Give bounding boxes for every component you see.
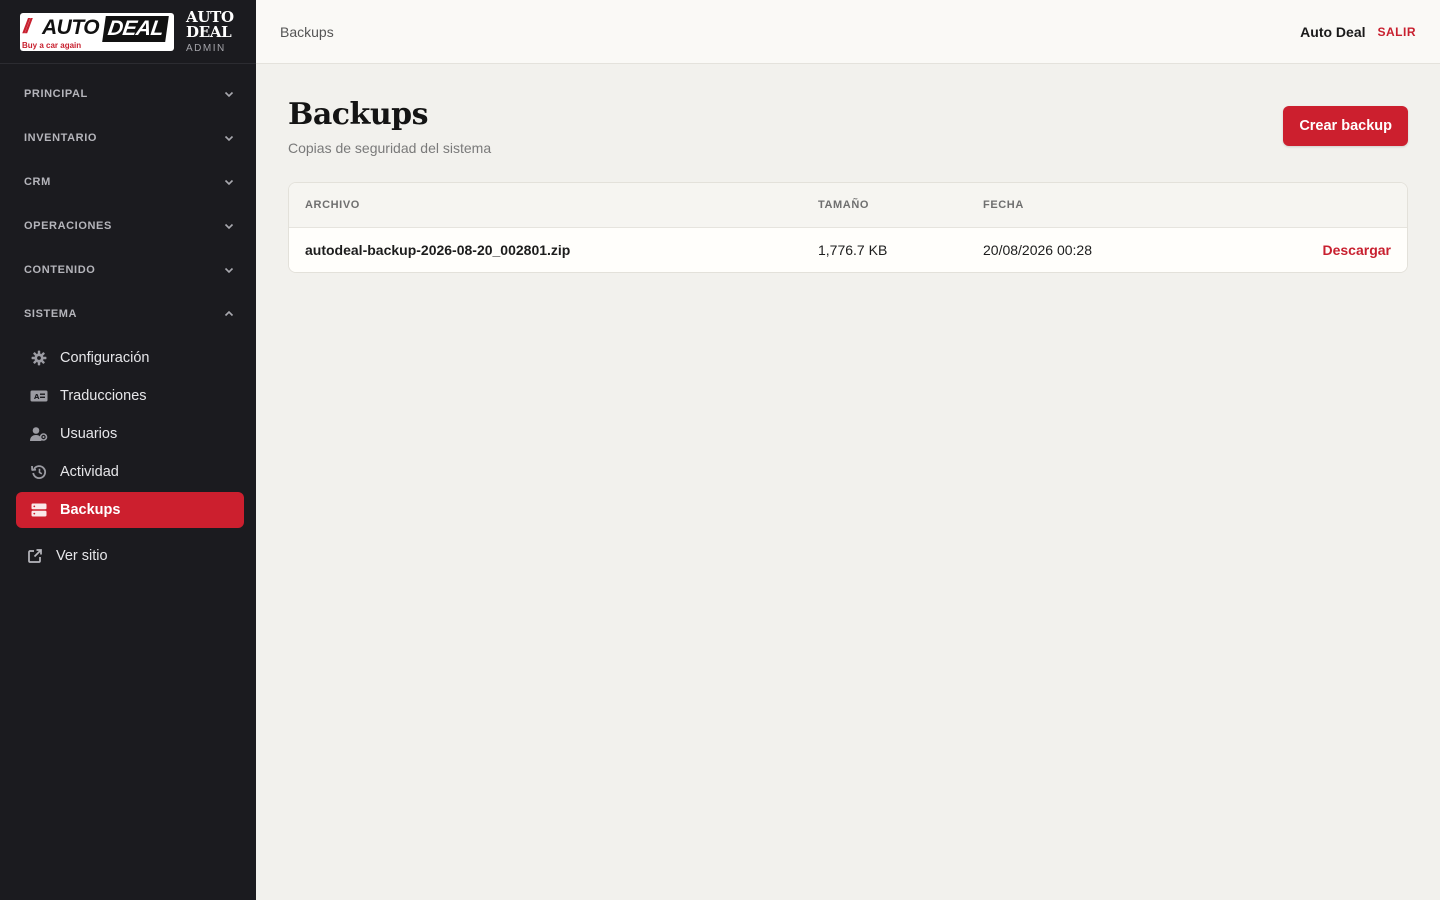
logo-tagline: Buy a car again [22, 40, 82, 50]
column-header-size: TAMAÑO [818, 199, 870, 211]
sidebar: // AUTO DEAL Buy a car again AUTO DEAL A… [0, 0, 256, 900]
nav-group-label: CONTENIDO [24, 264, 96, 276]
create-backup-button[interactable]: Crear backup [1283, 106, 1408, 146]
nav-group-label: SISTEMA [24, 308, 78, 320]
chevron-down-icon [224, 265, 234, 275]
main-content: Backups Copias de seguridad del sistema … [288, 64, 1408, 273]
sidebar-item-traducciones[interactable]: A Traducciones [16, 378, 244, 414]
nav-group-label: INVENTARIO [24, 132, 98, 144]
logo-slash: // [23, 15, 31, 38]
sidebar-item-label: Backups [60, 502, 121, 518]
nav-group-principal[interactable]: PRINCIPAL [0, 72, 256, 116]
page-title: Backups [288, 97, 429, 132]
logo-deal: DEAL [102, 15, 169, 42]
backup-file-size: 1,776.7 KB [818, 242, 888, 258]
table-row: autodeal-backup-2026-08-20_002801.zip 1,… [289, 228, 1407, 272]
autodeal-logo[interactable]: // AUTO DEAL Buy a car again [20, 12, 174, 51]
nav-group-inventario[interactable]: INVENTARIO [0, 116, 256, 160]
column-header-file: ARCHIVO [305, 199, 360, 211]
gear-icon [30, 349, 48, 367]
nav-group-label: PRINCIPAL [24, 88, 88, 100]
nav-group-operaciones[interactable]: OPERACIONES [0, 204, 256, 248]
user-area: Auto Deal SALIR [1300, 24, 1416, 40]
logo-auto: AUTO [42, 15, 100, 39]
sidebar-item-label: Traducciones [60, 388, 147, 404]
table-header: ARCHIVO TAMAÑO FECHA [289, 183, 1407, 228]
chevron-down-icon [224, 89, 234, 99]
breadcrumb: Backups [280, 23, 334, 40]
external-link-icon [26, 547, 44, 565]
users-icon [30, 425, 48, 443]
chevron-down-icon [224, 221, 234, 231]
language-icon: A [30, 387, 48, 405]
column-header-date: FECHA [983, 199, 1024, 211]
backup-date: 20/08/2026 00:28 [983, 242, 1092, 258]
sidebar-item-label: Actividad [60, 464, 119, 480]
topbar: Backups Auto Deal SALIR [256, 0, 1440, 64]
database-icon [30, 501, 48, 519]
sidebar-item-actividad[interactable]: Actividad [16, 454, 244, 490]
chevron-up-icon [224, 309, 234, 319]
nav-group-sistema[interactable]: SISTEMA [0, 292, 256, 336]
chevron-down-icon [224, 133, 234, 143]
history-icon [30, 463, 48, 481]
brand-subtitle: ADMIN [186, 42, 226, 54]
page-heading: Backups Copias de seguridad del sistema [288, 97, 492, 157]
sidebar-nav: PRINCIPAL INVENTARIO CRM OPERACIONES CON… [0, 64, 256, 576]
brand-name: AUTO DEAL [186, 7, 234, 41]
sidebar-item-label: Usuarios [60, 426, 118, 442]
chevron-down-icon [224, 177, 234, 187]
view-site-label: Ver sitio [56, 548, 108, 564]
nav-group-contenido[interactable]: CONTENIDO [0, 248, 256, 292]
svg-text:A: A [34, 393, 40, 401]
sistema-items: Configuración A Traducciones Usuarios Ac… [0, 336, 256, 528]
download-link[interactable]: Descargar [1323, 242, 1392, 258]
nav-group-label: CRM [24, 176, 51, 188]
backup-file-name: autodeal-backup-2026-08-20_002801.zip [305, 242, 571, 258]
nav-group-label: OPERACIONES [24, 220, 112, 232]
sidebar-item-usuarios[interactable]: Usuarios [16, 416, 244, 452]
view-site-link[interactable]: Ver sitio [0, 536, 256, 576]
logout-button[interactable]: SALIR [1378, 25, 1417, 39]
nav-group-crm[interactable]: CRM [0, 160, 256, 204]
brand-text: AUTO DEAL ADMIN [186, 7, 242, 54]
download-cell: Descargar [1233, 242, 1407, 258]
page-subtitle: Copias de seguridad del sistema [288, 140, 492, 156]
page-header: Backups Copias de seguridad del sistema … [288, 64, 1408, 156]
sidebar-item-label: Configuración [60, 350, 150, 366]
brand: // AUTO DEAL Buy a car again AUTO DEAL A… [0, 0, 256, 64]
sidebar-item-backups[interactable]: Backups [16, 492, 244, 528]
user-name: Auto Deal [1300, 23, 1366, 40]
backups-table: ARCHIVO TAMAÑO FECHA autodeal-backup-202… [288, 182, 1408, 273]
sidebar-item-configuracion[interactable]: Configuración [16, 340, 244, 376]
